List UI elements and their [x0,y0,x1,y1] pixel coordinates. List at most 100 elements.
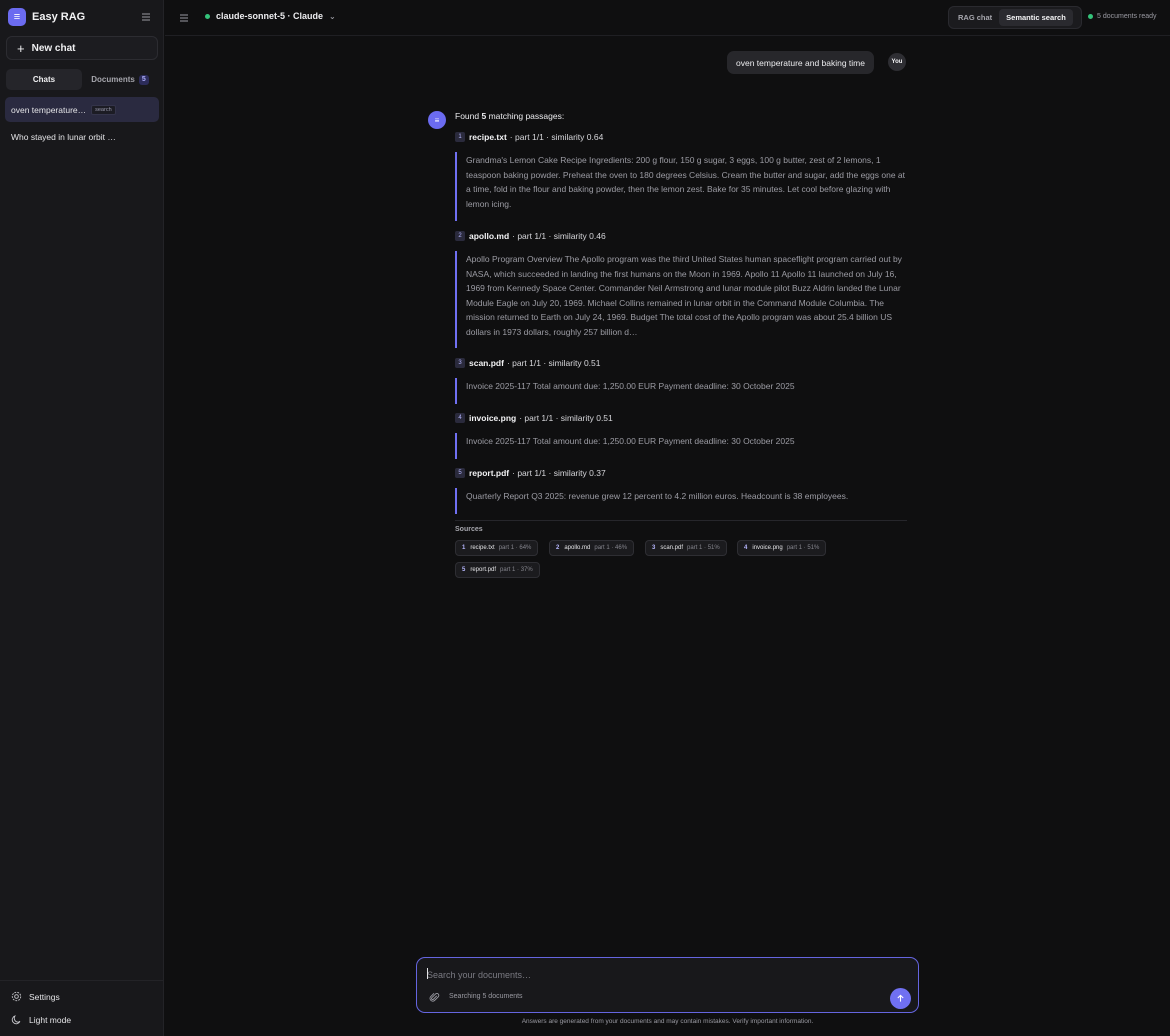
result-number: 3 [455,358,465,368]
results-count: 5 [481,111,487,121]
result-number: 2 [455,231,465,241]
source-chip[interactable]: 2 apollo.md part 1 · 46% [549,540,635,556]
sidebar-tabs: Chats Documents 5 [6,69,158,90]
send-button[interactable] [890,988,911,1009]
brand-logo-icon: ≡ [8,8,26,26]
result-header: 4 invoice.png · part 1/1 · similarity 0.… [455,413,613,423]
divider [455,520,907,521]
mode-switch: RAG chat Semantic search [948,6,1082,29]
result-meta: · part 1/1 · similarity 0.64 [509,132,604,142]
chevron-down-icon: ⌄ [329,11,336,21]
result-header: 2 apollo.md · part 1/1 · similarity 0.46 [455,231,606,241]
composer: Searching 5 documents [416,957,919,1013]
source-number: 1 [462,545,466,551]
source-number: 2 [556,545,560,551]
chat-item[interactable]: Who stayed in lunar orbit … [5,124,159,149]
searching-status: Searching 5 documents [449,993,523,1000]
source-number: 5 [462,567,466,573]
result-passage: Invoice 2025-117 Total amount due: 1,250… [455,433,907,459]
top-bar: claude-sonnet-5 · Claude ⌄ RAG chat Sema… [165,0,1170,36]
result-meta: · part 1/1 · similarity 0.51 [519,413,613,423]
sidebar-collapse-icon[interactable] [140,11,152,23]
source-meta: part 1 · 51% [687,545,720,551]
result-number: 5 [455,468,465,478]
result-meta: · part 1/1 · similarity 0.46 [512,231,606,241]
source-filename: invoice.png [752,545,783,551]
results-summary-suffix: matching passages: [488,111,565,121]
source-meta: part 1 · 64% [498,545,532,551]
moon-icon [11,1015,21,1025]
disclaimer: Answers are generated from your document… [521,1018,814,1025]
source-meta: part 1 · 46% [594,545,628,551]
search-input[interactable] [427,968,847,982]
theme-label: Light mode [29,1014,72,1025]
result-passage: Grandma's Lemon Cake Recipe Ingredients:… [455,152,907,221]
new-chat-label: New chat [31,42,76,54]
source-number: 4 [744,545,748,551]
chat-mode-tag: search [91,104,116,115]
result-filename: apollo.md [469,231,510,241]
tab-chats[interactable]: Chats [6,69,82,90]
source-filename: recipe.txt [470,545,495,551]
result-header: 3 scan.pdf · part 1/1 · similarity 0.51 [455,358,600,368]
result-number: 4 [455,413,465,423]
chat-item[interactable]: oven temperature… search [5,97,159,122]
result-header: 1 recipe.txt · part 1/1 · similarity 0.6… [455,132,603,142]
app-name: Easy RAG [32,11,86,23]
assistant-avatar-icon: ≡ [428,111,446,129]
settings-button[interactable]: Settings [11,991,60,1002]
results-summary: Found 5 matching passages: [455,111,564,121]
model-selector[interactable]: claude-sonnet-5 · Claude ⌄ [205,11,336,21]
source-filename: apollo.md [564,545,591,551]
result-header: 5 report.pdf · part 1/1 · similarity 0.3… [455,468,606,478]
status-dot [1088,14,1093,19]
mode-rag-chat-button[interactable]: RAG chat [951,9,999,26]
result-filename: scan.pdf [469,358,504,368]
user-avatar: You [888,53,906,71]
result-filename: report.pdf [469,468,510,478]
source-chip[interactable]: 5 report.pdf part 1 · 37% [455,562,540,578]
theme-toggle-button[interactable]: Light mode [11,1014,71,1025]
result-passage: Quarterly Report Q3 2025: revenue grew 1… [455,488,907,514]
chat-item-title: oven temperature… [11,104,87,115]
result-number: 1 [455,132,465,142]
source-number: 3 [652,545,656,551]
tab-documents-label: Documents [91,75,135,84]
source-chip[interactable]: 4 invoice.png part 1 · 51% [737,540,827,556]
result-filename: invoice.png [469,413,517,423]
settings-label: Settings [29,991,60,1002]
sources-label: Sources [455,526,483,533]
documents-count-badge: 5 [138,74,149,85]
model-label: claude-sonnet-5 · Claude [216,11,324,21]
sidebar-footer [0,980,164,981]
chat-item-title: Who stayed in lunar orbit … [11,131,116,142]
documents-status: 5 documents ready [1088,13,1157,20]
source-chip[interactable]: 3 scan.pdf part 1 · 51% [645,540,727,556]
text-caret [427,968,428,979]
documents-status-label: 5 documents ready [1097,13,1157,20]
source-meta: part 1 · 51% [786,545,820,551]
result-meta: · part 1/1 · similarity 0.51 [506,358,601,368]
tab-documents[interactable]: Documents 5 [82,69,158,90]
paperclip-icon[interactable] [429,992,440,1006]
source-chip[interactable]: 1 recipe.txt part 1 · 64% [455,540,539,556]
source-filename: report.pdf [470,567,497,573]
model-status-dot [205,13,210,19]
result-meta: · part 1/1 · similarity 0.37 [512,468,606,478]
mode-semantic-search-button[interactable]: Semantic search [999,9,1073,26]
gear-icon [11,991,22,1002]
new-chat-button[interactable]: + New chat [6,36,158,60]
chat-list: oven temperature… search Who stayed in l… [5,97,159,151]
user-message: oven temperature and baking time [727,51,874,74]
results-summary-prefix: Found [455,111,480,121]
brand: ≡ Easy RAG [8,8,85,26]
source-meta: part 1 · 37% [500,567,533,573]
sidebar: ≡ Easy RAG + New chat Chats Documents 5 … [0,0,164,1036]
arrow-up-icon [897,994,904,1002]
menu-icon[interactable] [179,12,189,26]
tab-chats-label: Chats [32,75,56,84]
result-passage: Apollo Program Overview The Apollo progr… [455,251,907,348]
source-filename: scan.pdf [660,545,684,551]
plus-icon: + [17,40,25,56]
result-filename: recipe.txt [469,132,507,142]
